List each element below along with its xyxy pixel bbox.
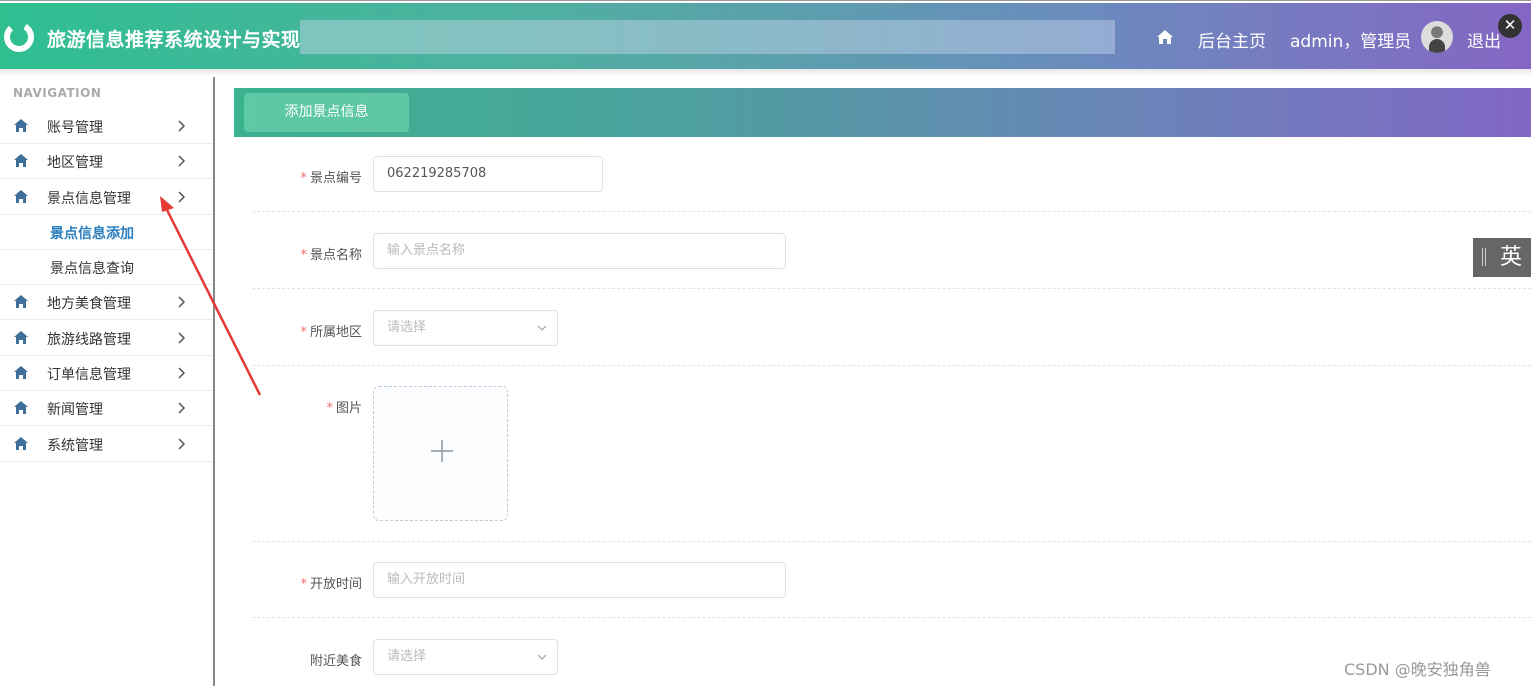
sidebar-item-label: 系统管理 [47,438,103,454]
home-icon [14,154,28,167]
form-row-spot-name: * 景点名称 输入景点名称 [252,212,1531,289]
label-text: 图片 [335,401,362,416]
chevron-down-icon [537,325,547,331]
required-mark: * [300,325,307,340]
sidebar-subitem-label: 景点信息添加 [50,226,134,242]
spot-name-input[interactable]: 输入景点名称 [373,233,786,269]
home-icon [14,295,28,308]
watermark: CSDN @晚安独角兽 [1344,660,1491,679]
sidebar-item-label: 景点信息管理 [47,191,131,207]
region-select[interactable]: 请选择 [373,310,558,346]
chevron-right-icon [178,402,186,414]
select-placeholder: 请选择 [387,649,427,664]
app-title: 旅游信息推荐系统设计与实现 [47,29,301,51]
form-row-nearby-food: 附近美食 请选择 [252,618,1531,686]
required-mark: * [300,577,307,592]
sidebar-item-label: 账号管理 [47,120,103,136]
required-mark: * [300,248,307,263]
home-icon [14,366,28,379]
avatar[interactable] [1421,21,1453,53]
label-text: 开放时间 [309,577,362,592]
field-label: * 景点编号 [252,167,362,186]
label-text: 景点编号 [309,171,362,186]
chevron-down-icon [537,654,547,660]
field-label: * 开放时间 [252,573,362,592]
ime-language-label: 英 [1500,245,1523,270]
ime-drag-handle [1485,248,1486,266]
sidebar-item-label: 旅游线路管理 [47,332,131,348]
form-row-region: * 所属地区 请选择 [252,289,1531,366]
sidebar-item-system[interactable]: 系统管理 [0,427,213,462]
select-placeholder: 请选择 [387,320,427,335]
label-text: 附近美食 [309,654,362,669]
image-upload[interactable] [373,386,508,521]
field-label: * 图片 [252,397,362,416]
chevron-right-icon [178,155,186,167]
home-icon[interactable] [1156,29,1174,45]
home-icon [14,119,28,132]
home-icon [14,437,28,450]
sidebar-item-label: 地方美食管理 [47,296,131,312]
chevron-right-icon [178,438,186,450]
sidebar-item-label: 新闻管理 [47,402,103,418]
sidebar-item-label: 地区管理 [47,155,103,171]
home-icon [14,190,28,203]
header-shadow [0,69,1531,77]
tab-add-spot-info[interactable]: 添加景点信息 [244,93,409,132]
ime-indicator[interactable]: 英 [1473,238,1531,277]
spot-code-field[interactable]: 062219285708 [373,156,603,192]
user-info: admin，管理员 [1290,32,1412,52]
home-link[interactable]: 后台主页 [1198,27,1266,52]
sidebar-item-account[interactable]: 账号管理 [0,109,213,144]
required-mark: * [300,171,307,186]
close-icon[interactable]: ✕ [1498,14,1522,38]
logo-icon [4,22,34,52]
label-text: 所属地区 [309,325,362,340]
nearby-food-select[interactable]: 请选择 [373,639,558,675]
form-row-spot-code: * 景点编号 062219285708 [252,137,1531,212]
chevron-right-icon [178,120,186,132]
selection-highlight [300,20,1115,54]
ime-drag-handle [1482,248,1483,266]
field-label: * 所属地区 [252,321,362,340]
logout-link[interactable]: 退出 [1467,27,1501,52]
home-icon [14,331,28,344]
field-label: * 景点名称 [252,244,362,263]
field-label: 附近美食 [252,650,362,669]
sidebar-item-region[interactable]: 地区管理 [0,144,213,179]
main-content: 添加景点信息 * 景点编号 062219285708 * 景点名称 输入景点名称 *… [234,88,1531,686]
panel-header: 添加景点信息 [234,88,1531,137]
top-header: 旅游信息推荐系统设计与实现 后台主页 admin，管理员 退出 ✕ [0,3,1531,69]
form-row-image: * 图片 [252,366,1531,542]
plus-icon [431,440,453,462]
required-mark: * [326,401,333,416]
sidebar-subitem-label: 景点信息查询 [50,261,134,277]
home-icon [14,401,28,414]
nav-heading: NAVIGATION [13,86,102,100]
open-time-input[interactable]: 输入开放时间 [373,562,786,598]
form-row-open-time: * 开放时间 输入开放时间 [252,542,1531,618]
label-text: 景点名称 [309,248,362,263]
sidebar-item-label: 订单信息管理 [47,367,131,383]
